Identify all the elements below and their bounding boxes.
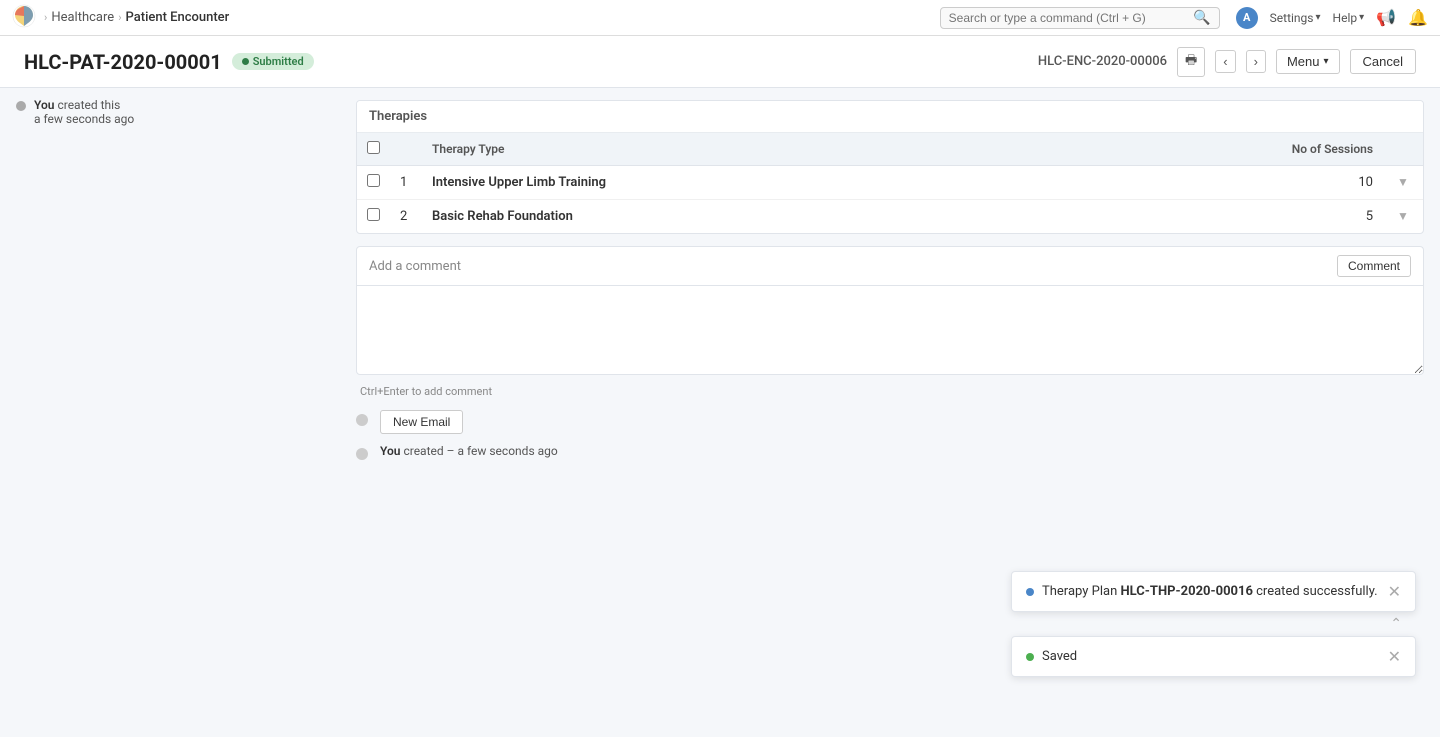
toast-therapy-id: HLC-THP-2020-00016 — [1120, 584, 1252, 599]
row-dropdown-icon[interactable]: ▼ — [1397, 209, 1409, 223]
therapies-table-header-row: Therapy Type No of Sessions — [357, 133, 1423, 166]
search-bar[interactable]: 🔍 — [940, 7, 1220, 29]
topnav-actions: A Settings ▾ Help ▾ 📢 🔔 — [1236, 7, 1428, 29]
breadcrumb-chevron-1: › — [44, 11, 47, 24]
comment-button[interactable]: Comment — [1337, 255, 1411, 277]
help-chevron-icon: ▾ — [1359, 12, 1364, 23]
toast-blue-dot — [1026, 588, 1034, 596]
table-row: 2 Basic Rehab Foundation 5 ▼ — [357, 200, 1423, 234]
document-header-right: HLC-ENC-2020-00006 🖶 ‹ › Menu ▾ Cancel — [1038, 47, 1416, 77]
next-button[interactable]: › — [1246, 50, 1266, 73]
select-all-checkbox[interactable] — [367, 141, 380, 154]
announcement-icon[interactable]: 📢 — [1376, 8, 1396, 27]
toast-container: Therapy Plan HLC-THP-2020-00016 created … — [1011, 571, 1416, 677]
row-num: 1 — [390, 166, 422, 200]
therapies-table: Therapy Type No of Sessions 1 Intensive … — [357, 133, 1423, 233]
comment-section: Add a comment Comment Ctrl+Enter to add … — [356, 246, 1424, 398]
new-email-button[interactable]: New Email — [380, 410, 463, 434]
status-badge: Submitted — [232, 53, 314, 70]
menu-button[interactable]: Menu ▾ — [1276, 49, 1340, 74]
comment-placeholder-label: Add a comment — [369, 259, 461, 274]
row-dropdown-icon[interactable]: ▼ — [1397, 175, 1409, 189]
comment-hint: Ctrl+Enter to add comment — [356, 385, 1424, 398]
row-checkbox[interactable] — [367, 208, 380, 221]
settings-chevron-icon: ▾ — [1316, 12, 1321, 23]
help-button[interactable]: Help ▾ — [1333, 11, 1365, 25]
th-no-of-sessions: No of Sessions — [1054, 133, 1384, 166]
therapies-title: Therapies — [357, 101, 1423, 133]
breadcrumb-encounter[interactable]: Patient Encounter — [126, 10, 230, 25]
status-dot — [242, 58, 249, 65]
toast-therapy-text: Therapy Plan HLC-THP-2020-00016 created … — [1042, 584, 1378, 599]
row-checkbox-cell — [357, 166, 390, 200]
th-therapy-type: Therapy Type — [422, 133, 1054, 166]
row-checkbox[interactable] — [367, 174, 380, 187]
cancel-button[interactable]: Cancel — [1350, 49, 1416, 74]
sidebar-timeline-text: You created this a few seconds ago — [34, 98, 134, 126]
comment-textarea[interactable] — [356, 285, 1424, 375]
activity-created-text: You created – a few seconds ago — [380, 444, 558, 458]
th-actions — [1383, 133, 1423, 166]
row-therapy-type: Intensive Upper Limb Training — [422, 166, 1054, 200]
row-actions: ▼ — [1383, 200, 1423, 234]
toast-therapy-close[interactable]: ✕ — [1388, 582, 1401, 601]
activity-content-created: You created – a few seconds ago — [380, 444, 1424, 459]
sidebar-timeline-dot — [16, 101, 26, 111]
th-row-num — [390, 133, 422, 166]
table-row: 1 Intensive Upper Limb Training 10 ▼ — [357, 166, 1423, 200]
toast-green-dot — [1026, 653, 1034, 661]
top-navigation: › Healthcare › Patient Encounter 🔍 A Set… — [0, 0, 1440, 36]
toast-saved-close[interactable]: ✕ — [1388, 647, 1401, 666]
settings-button[interactable]: Settings ▾ — [1270, 11, 1321, 25]
toast-therapy-plan: Therapy Plan HLC-THP-2020-00016 created … — [1011, 571, 1416, 612]
therapies-table-body: 1 Intensive Upper Limb Training 10 ▼ 2 B… — [357, 166, 1423, 234]
activity-dot-email — [356, 414, 368, 426]
row-num: 2 — [390, 200, 422, 234]
row-therapy-type: Basic Rehab Foundation — [422, 200, 1054, 234]
app-logo[interactable] — [12, 4, 36, 32]
bell-icon[interactable]: 🔔 — [1408, 8, 1428, 27]
breadcrumb-chevron-2: › — [118, 11, 121, 24]
therapies-section: Therapies Therapy Type No of Sessions — [356, 100, 1424, 234]
row-sessions: 10 — [1054, 166, 1384, 200]
sidebar: You created this a few seconds ago — [0, 88, 340, 737]
sidebar-timeline-item: You created this a few seconds ago — [16, 98, 324, 126]
toast-saved: Saved ✕ — [1011, 636, 1416, 677]
toast-collapse-chevron-icon[interactable]: ⌃ — [1390, 616, 1402, 632]
activity-content-email: New Email — [380, 410, 1424, 434]
toast-therapy-content: Therapy Plan HLC-THP-2020-00016 created … — [1026, 584, 1378, 599]
print-button[interactable]: 🖶 — [1177, 47, 1205, 77]
search-input[interactable] — [949, 11, 1194, 25]
prev-button[interactable]: ‹ — [1215, 50, 1235, 73]
activity-item-created: You created – a few seconds ago — [356, 444, 1424, 460]
activity-dot-created — [356, 448, 368, 460]
menu-chevron-icon: ▾ — [1324, 56, 1329, 67]
comment-header: Add a comment Comment — [356, 246, 1424, 285]
th-checkbox — [357, 133, 390, 166]
search-icon: 🔍 — [1193, 10, 1210, 26]
breadcrumb-healthcare[interactable]: Healthcare — [51, 10, 114, 25]
row-checkbox-cell — [357, 200, 390, 234]
document-header: HLC-PAT-2020-00001 Submitted HLC-ENC-202… — [0, 36, 1440, 88]
avatar[interactable]: A — [1236, 7, 1258, 29]
breadcrumb: › Healthcare › Patient Encounter — [44, 10, 229, 25]
activity-section: New Email You created – a few seconds ag… — [356, 410, 1424, 460]
patient-id: HLC-PAT-2020-00001 — [24, 50, 222, 74]
toast-saved-text: Saved — [1042, 649, 1077, 664]
row-sessions: 5 — [1054, 200, 1384, 234]
encounter-id: HLC-ENC-2020-00006 — [1038, 54, 1167, 69]
toast-saved-content: Saved — [1026, 649, 1378, 664]
row-actions: ▼ — [1383, 166, 1423, 200]
document-title-group: HLC-PAT-2020-00001 Submitted — [24, 50, 314, 74]
toast-between-collapse: ⌃ — [1011, 616, 1416, 632]
activity-item-email: New Email — [356, 410, 1424, 434]
